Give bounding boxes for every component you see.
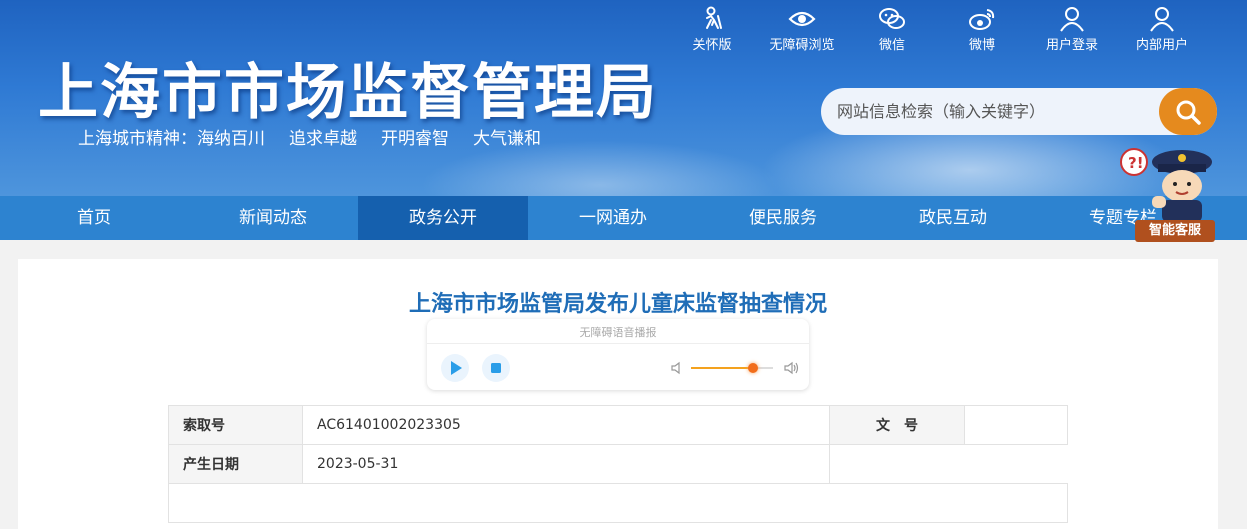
article-title: 上海市市场监管局发布儿童床监督抽查情况 [408,292,827,317]
player-label: 无障碍语音播报 [579,326,657,339]
site-header: 上海市市场监督管理局 上海城市精神：海纳百川 追求卓越 开明睿智 大气谦和 关怀版 无… [0,0,1247,196]
doc-no-label: 文 号 [829,405,965,445]
empty-cell [168,483,1068,523]
nav-item-interaction[interactable]: 政民互动 [868,196,1038,240]
accessibility-link[interactable]: 无障碍浏览 [757,6,847,53]
table-row: 产生日期 2023-05-31 [168,444,1068,484]
svg-text:?!: ?! [1128,154,1144,172]
weibo-icon [969,9,995,30]
volume-slider[interactable] [691,363,773,373]
slogan-prefix: 上海城市精神： [78,129,197,149]
search-button[interactable] [1159,88,1217,135]
site-search [821,88,1217,135]
eye-icon [788,11,816,27]
user-icon [1060,7,1084,32]
index-value: AC61401002023305 [302,405,830,445]
player-divider [427,343,809,344]
nav-item-news[interactable]: 新闻动态 [188,196,358,240]
site-title: 上海市市场监督管理局 [38,58,658,128]
nav-item-public-services[interactable]: 便民服务 [698,196,868,240]
weibo-label: 微博 [968,38,995,53]
play-icon [451,361,462,375]
date-value: 2023-05-31 [302,444,830,484]
volume-fill [691,367,753,369]
wechat-link[interactable]: 微信 [847,6,937,53]
internal-user-link[interactable]: 内部用户 [1117,6,1207,53]
nav-item-gov-info[interactable]: 政务公开 [358,196,528,240]
table-row [168,483,1068,523]
user-login-label: 用户登录 [1045,38,1098,53]
slogan-item: 海纳百川 [197,129,265,149]
doc-no-value [964,405,1068,445]
nav-item-home[interactable]: 首页 [0,196,188,240]
volume-high-icon[interactable] [783,361,801,375]
elder-care-icon [706,6,722,29]
empty-cell [829,444,1068,484]
slogan-item: 大气谦和 [473,129,541,149]
play-button[interactable] [441,354,469,382]
internal-user-label: 内部用户 [1135,38,1188,53]
search-input[interactable] [837,88,1157,135]
article-panel: 上海市市场监管局发布儿童床监督抽查情况 无障碍语音播报 索取号 AC614010… [18,259,1218,529]
index-label: 索取号 [168,405,303,445]
stop-button[interactable] [482,354,510,382]
nav-item-online-services[interactable]: 一网通办 [528,196,698,240]
elder-care-link[interactable]: 关怀版 [667,6,757,53]
weibo-link[interactable]: 微博 [937,6,1027,53]
table-row: 索取号 AC61401002023305 文 号 [168,405,1068,445]
slogan-item: 追求卓越 [289,129,357,149]
city-slogan: 上海城市精神：海纳百川 追求卓越 开明睿智 大气谦和 [78,124,551,149]
robot-label[interactable]: 智能客服 [1135,220,1215,242]
audio-player: 无障碍语音播报 [427,319,809,390]
volume-knob[interactable] [747,363,758,373]
volume-low-icon[interactable] [670,361,684,375]
accessibility-label: 无障碍浏览 [769,38,835,53]
user-login-link[interactable]: 用户登录 [1027,6,1117,53]
slogan-item: 开明睿智 [381,129,449,149]
wechat-label: 微信 [878,38,905,53]
top-links: 关怀版 无障碍浏览 微信 微博 用户登录 内部用户 [667,6,1207,53]
main-nav: 首页 新闻动态 政务公开 一网通办 便民服务 政民互动 专题专栏 [0,196,1247,240]
search-icon [1176,100,1201,125]
info-table: 索取号 AC61401002023305 文 号 产生日期 2023-05-31 [168,405,1068,523]
date-label: 产生日期 [168,444,303,484]
stop-icon [491,363,501,373]
wechat-icon [879,8,905,29]
user-icon [1150,7,1174,32]
elder-care-label: 关怀版 [692,38,732,53]
